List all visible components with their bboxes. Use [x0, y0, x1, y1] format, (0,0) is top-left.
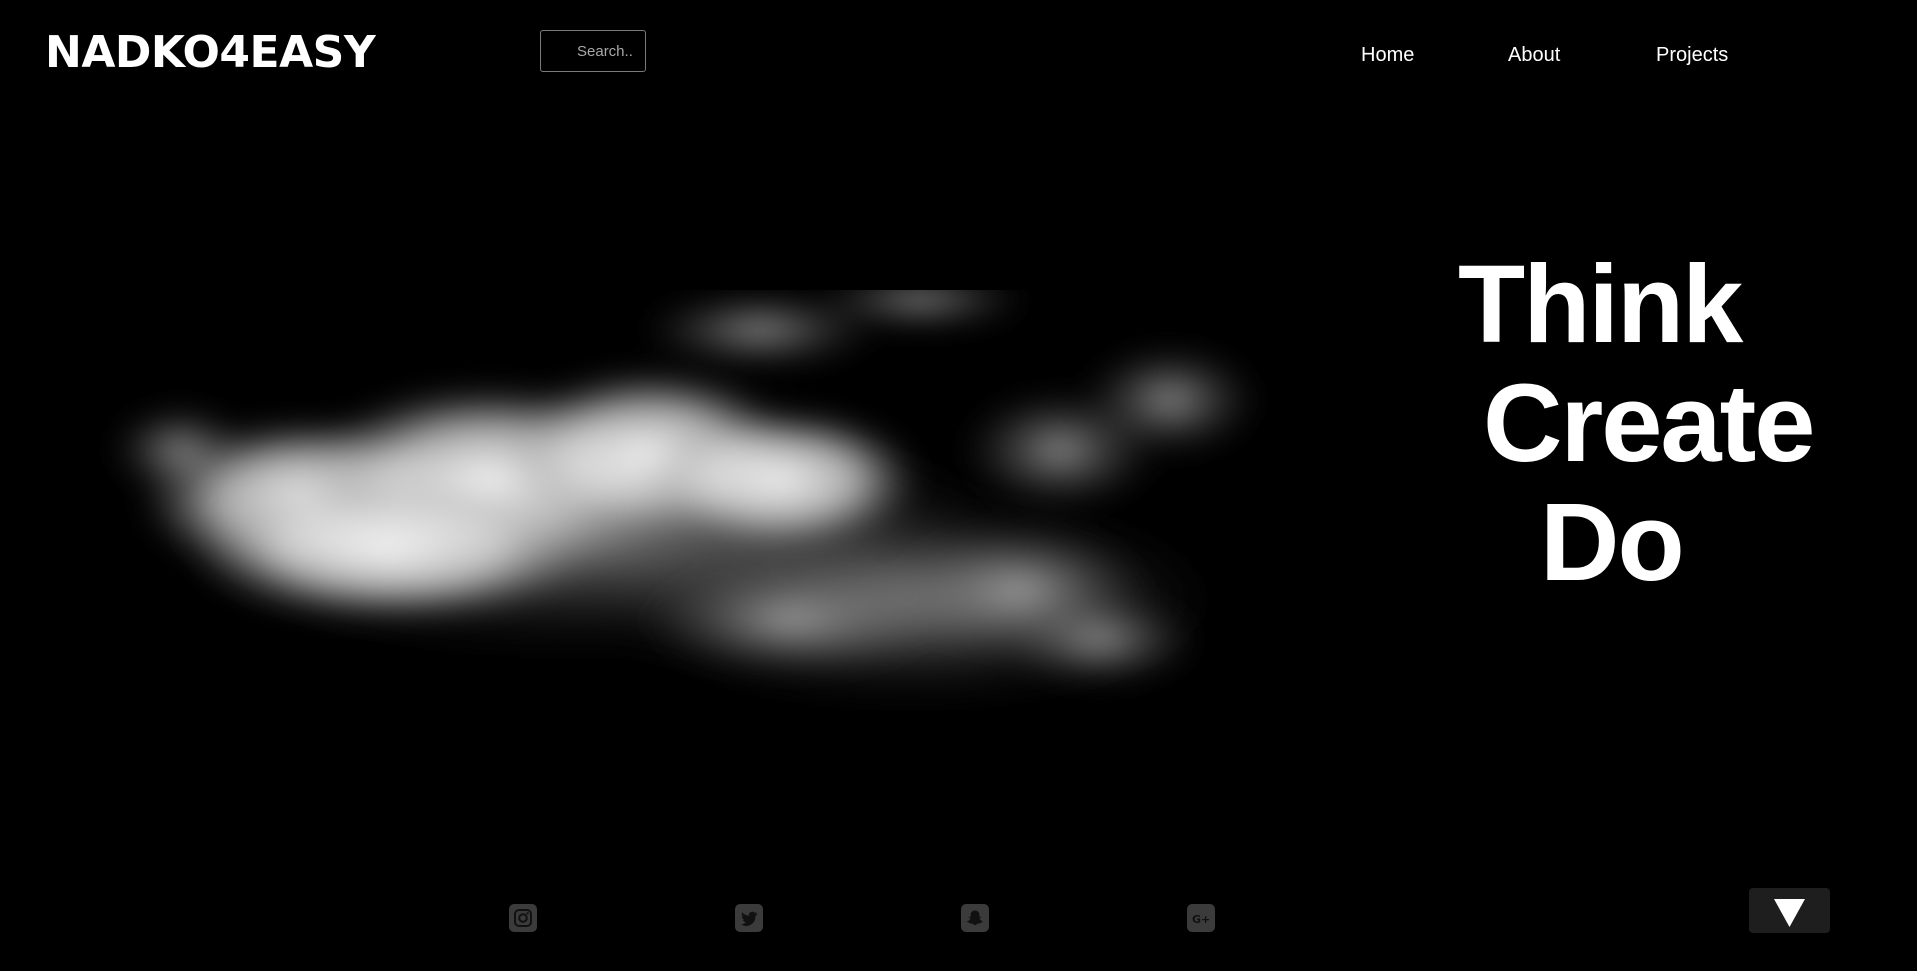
nav-projects[interactable]: Projects	[1656, 42, 1728, 68]
cloud-image	[110, 290, 1260, 690]
nav-about[interactable]: About	[1508, 42, 1560, 68]
instagram-icon[interactable]	[509, 904, 537, 932]
scroll-down-button[interactable]	[1749, 888, 1830, 933]
hero-word-think: Think	[1458, 243, 1743, 366]
snapchat-icon[interactable]	[961, 904, 989, 932]
nav-home[interactable]: Home	[1361, 42, 1414, 68]
hero-word-create: Create	[1483, 362, 1815, 485]
hero-word-do: Do	[1540, 481, 1685, 604]
google-plus-icon[interactable]: G+	[1187, 904, 1215, 932]
triangle-down-icon	[1774, 899, 1805, 927]
search-input[interactable]	[540, 30, 646, 72]
logo[interactable]: NADKO4EASY	[45, 28, 376, 78]
twitter-icon[interactable]	[735, 904, 763, 932]
svg-text:G+: G+	[1192, 913, 1210, 926]
